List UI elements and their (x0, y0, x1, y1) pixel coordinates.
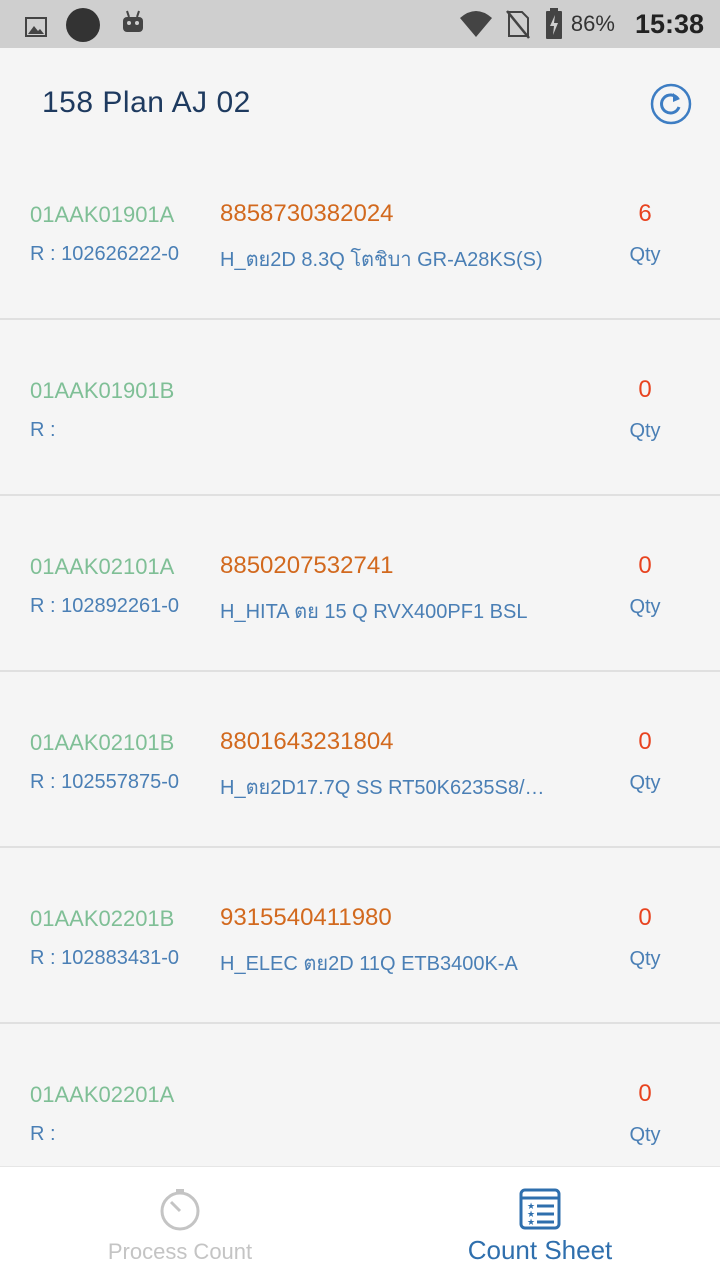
list-item[interactable]: 01AAK02201B R : 102883431-0 931554041198… (0, 848, 720, 1024)
page-title: 158 Plan AJ 02 (42, 86, 251, 119)
qty-label: Qty (629, 948, 661, 970)
reference-number: R : 102892261-0 (30, 595, 180, 617)
list-item[interactable]: 01AAK01901A R : 102626222-0 885873038202… (0, 144, 720, 320)
qty-label: Qty (629, 244, 661, 266)
reference-number: R : 102626222-0 (30, 243, 180, 265)
clock: 15:38 (634, 8, 704, 39)
status-right-icons: 86% 15:38 (459, 0, 704, 48)
qty-label: Qty (629, 596, 661, 618)
android-icon (123, 10, 143, 32)
status-left-icons (24, 8, 146, 42)
image-icon (25, 17, 47, 37)
location-code: 01AAK02101B (30, 730, 175, 755)
qty-label: Qty (629, 420, 661, 442)
status-bar: 86% 15:38 (0, 0, 720, 48)
bottom-navigation: Process Count ★ ★ ★ Count Sheet (0, 1166, 720, 1280)
location-code: 01AAK02101A (30, 554, 175, 579)
qty-value: 0 (638, 904, 652, 931)
count-item-list[interactable]: 01AAK01901A R : 102626222-0 885873038202… (0, 144, 720, 1166)
qty-value: 0 (638, 728, 652, 755)
tab-process-count[interactable]: Process Count (0, 1167, 360, 1280)
tab-count-sheet-label: Count Sheet (467, 1235, 613, 1265)
location-code: 01AAK01901A (30, 202, 175, 227)
timer-icon (160, 1189, 200, 1231)
product-description: H_ตย2D17.7Q SS RT50K6235S8/… (220, 777, 545, 799)
qty-label: Qty (629, 1124, 661, 1146)
tab-process-count-label: Process Count (107, 1239, 253, 1264)
barcode: 9315540411980 (220, 904, 392, 931)
circle-icon (66, 8, 100, 42)
product-description: H_ตย2D 8.3Q โตชิบา GR-A28KS(S) (220, 249, 543, 271)
wifi-icon (459, 11, 492, 37)
refresh-button[interactable] (650, 83, 692, 125)
reference-number: R : 102557875-0 (30, 771, 180, 793)
list-item[interactable]: 01AAK02101B R : 102557875-0 880164323180… (0, 672, 720, 848)
svg-text:★: ★ (527, 1218, 535, 1228)
qty-value: 0 (638, 376, 652, 403)
reference-number: R : (30, 1123, 56, 1145)
location-code: 01AAK02201B (30, 906, 175, 931)
refresh-icon (650, 83, 692, 125)
tab-count-sheet[interactable]: ★ ★ ★ Count Sheet (360, 1167, 720, 1280)
qty-value: 6 (638, 200, 652, 227)
qty-value: 0 (638, 1080, 652, 1107)
reference-number: R : (30, 419, 56, 441)
no-sim-icon (505, 10, 530, 39)
barcode: 8858730382024 (220, 200, 394, 227)
barcode: 8850207532741 (220, 552, 394, 579)
qty-label: Qty (629, 772, 661, 794)
product-description: H_ELEC ตย2D 11Q ETB3400K-A (220, 953, 518, 975)
battery-percent: 86% (570, 11, 615, 36)
battery-charging-icon (545, 8, 562, 39)
reference-number: R : 102883431-0 (30, 947, 180, 969)
checklist-icon: ★ ★ ★ (519, 1188, 561, 1230)
product-description: H_HITA ตย 15 Q RVX400PF1 BSL (220, 601, 528, 623)
list-item[interactable]: 01AAK01901B R : 0 Qty (0, 320, 720, 496)
barcode: 8801643231804 (220, 728, 394, 755)
list-item[interactable]: 01AAK02201A R : 0 Qty (0, 1024, 720, 1166)
list-item[interactable]: 01AAK02101A R : 102892261-0 885020753274… (0, 496, 720, 672)
location-code: 01AAK02201A (30, 1082, 175, 1107)
qty-value: 0 (638, 552, 652, 579)
location-code: 01AAK01901B (30, 378, 175, 403)
